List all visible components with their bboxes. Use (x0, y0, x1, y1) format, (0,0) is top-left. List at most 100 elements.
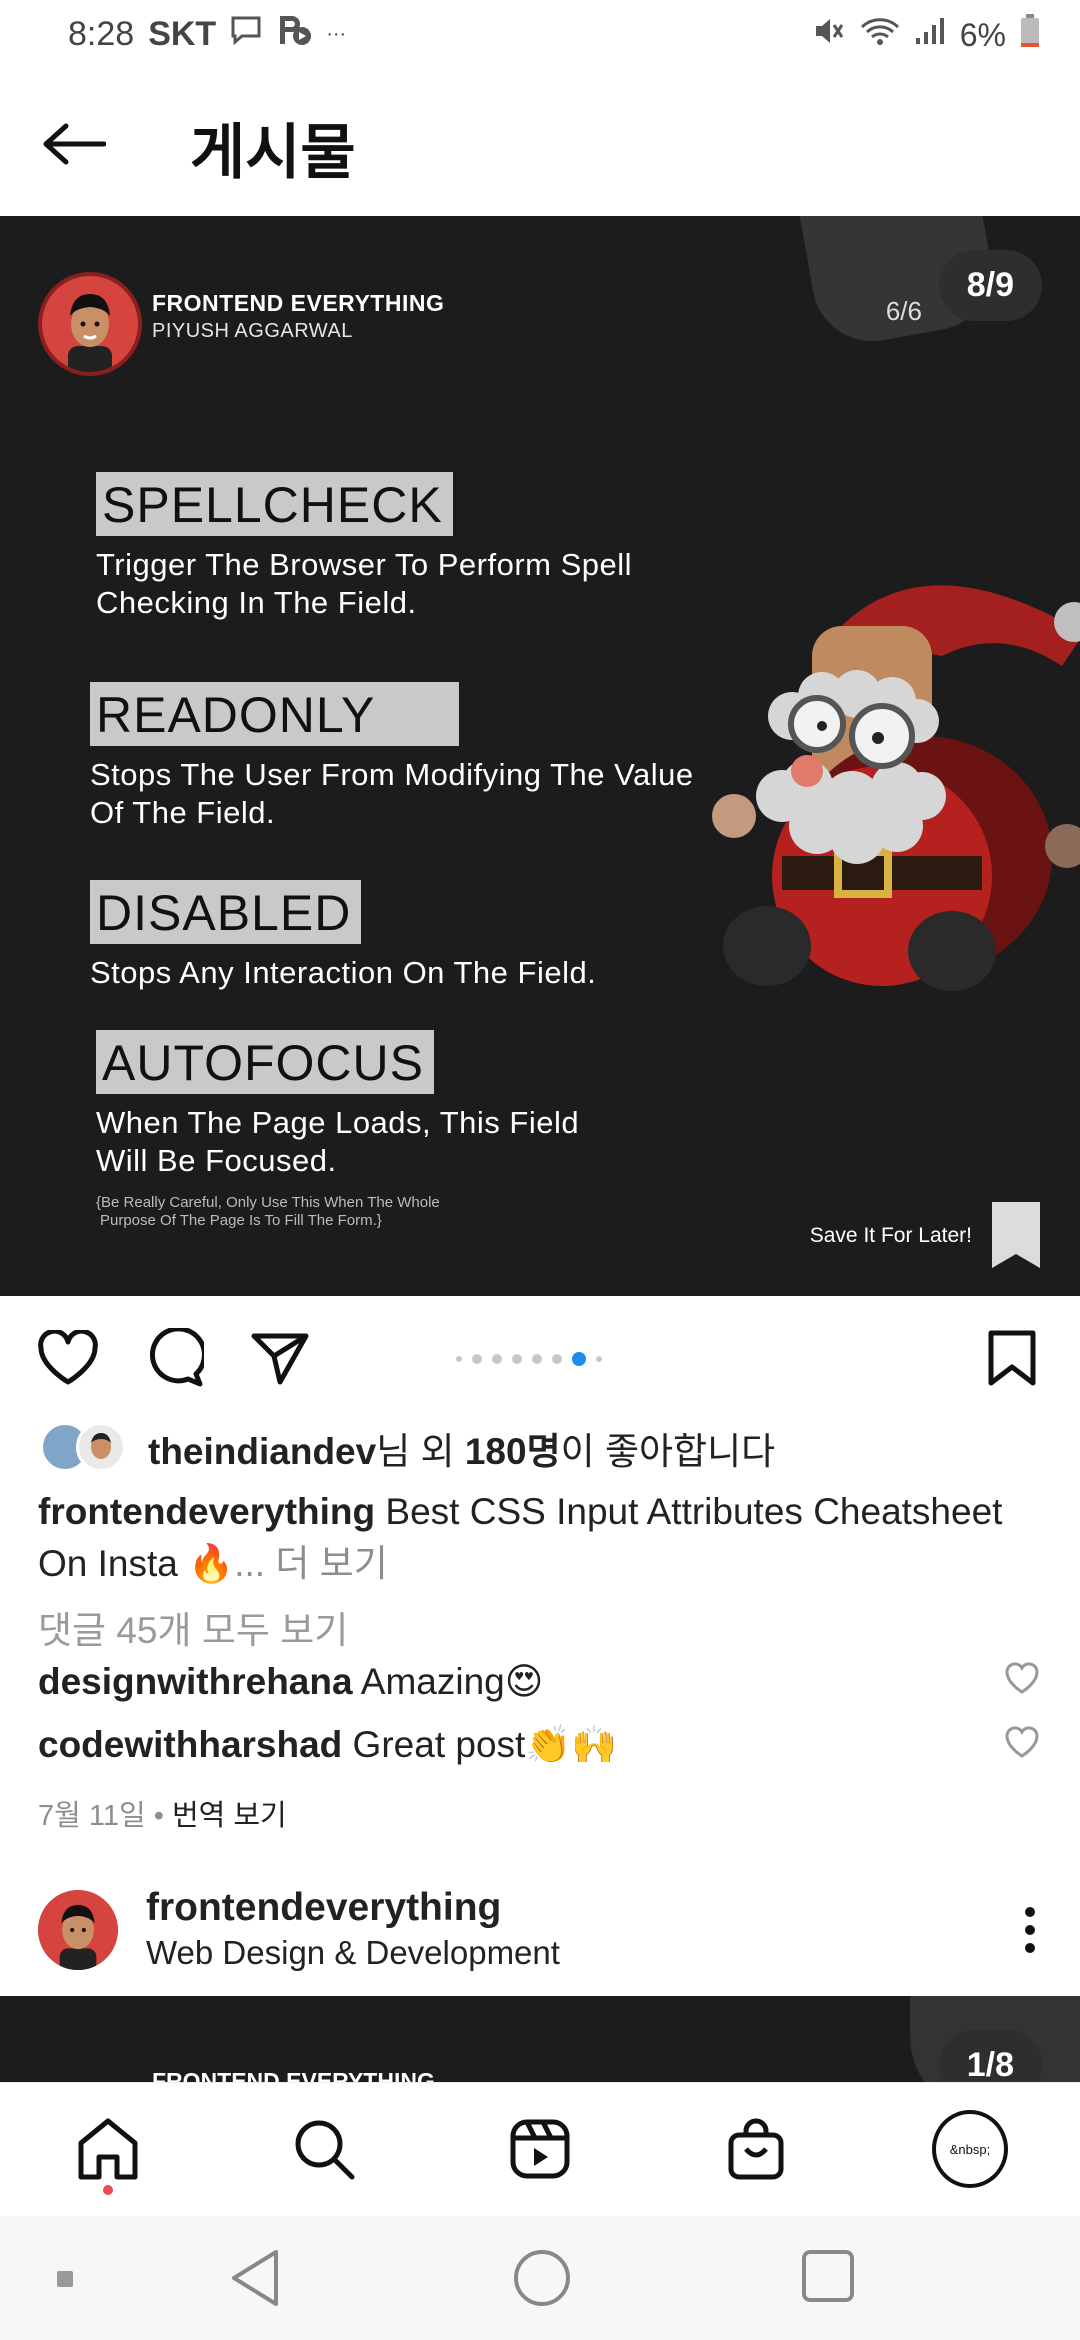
next-post-username[interactable]: frontendeverything (146, 1886, 501, 1930)
santa-illustration (712, 585, 1080, 991)
attribute-disabled: DISABLED Stops Any Interaction On The Fi… (90, 880, 596, 992)
comment-item: codewithharshad Great post👏🙌 (38, 1724, 617, 1767)
attribute-readonly: READONLY Stops The User From Modifying T… (90, 682, 694, 832)
back-triangle-icon[interactable] (228, 2248, 282, 2308)
profile-avatar-text: &nbsp; (949, 2141, 991, 2157)
home-circle-icon[interactable] (512, 2248, 572, 2308)
status-bar: 8:28 SKT ··· 6% (0, 0, 1080, 70)
fire-emoji: 🔥 (188, 1543, 235, 1584)
liker-avatars (40, 1420, 140, 1476)
attribute-desc-line: Of The Field. (90, 795, 276, 830)
nav-shop[interactable] (718, 2111, 794, 2187)
liker-avatar (76, 1422, 126, 1472)
likes-text-suffix: 이 좋아합니다 (560, 1431, 776, 1472)
search-icon (295, 2120, 355, 2180)
footnote: {Be Really Careful, Only Use This When T… (96, 1194, 516, 1230)
view-all-comments-link[interactable]: 댓글 45개 모두 보기 (38, 1600, 348, 1654)
send-icon (251, 1333, 309, 1385)
comment-like-icon[interactable] (1004, 1724, 1040, 1760)
mute-icon (812, 15, 846, 55)
more-link[interactable]: ... 더 보기 (234, 1543, 388, 1584)
wifi-icon (860, 15, 900, 55)
heart-icon (38, 1330, 98, 1385)
footnote-line: Purpose Of The Page Is To Fill The Form.… (100, 1212, 382, 1229)
attribute-autofocus: AUTOFOCUS When The Page Loads, This Fiel… (96, 1030, 579, 1180)
square-small-icon[interactable] (56, 2270, 74, 2288)
nav-reels[interactable] (502, 2111, 578, 2187)
bottom-navigation: &nbsp; (0, 2082, 1080, 2216)
status-carrier: SKT (148, 15, 217, 53)
caption-username[interactable]: frontendeverything (38, 1491, 375, 1532)
attribute-spellcheck: SPELLCHECK Trigger The Browser To Perfor… (96, 472, 632, 622)
carousel-dot (512, 1354, 522, 1364)
status-time: 8:28 (68, 15, 135, 53)
likes-count[interactable]: 180명 (465, 1431, 561, 1472)
attribute-desc-line: Will Be Focused. (96, 1143, 337, 1178)
more-vertical-icon (1025, 1907, 1035, 1953)
author-brand: FRONTEND EVERYTHING (152, 290, 445, 316)
like-button[interactable] (36, 1326, 100, 1390)
likes-summary[interactable]: theindiandev님 외 180명이 좋아합니다 (40, 1420, 775, 1476)
home-icon (78, 2118, 138, 2180)
carousel-dot (596, 1356, 602, 1362)
liker-username[interactable]: theindiandev (148, 1431, 376, 1472)
carousel-dot (472, 1354, 482, 1364)
footnote-line: {Be Really Careful, Only Use This When T… (96, 1194, 440, 1211)
author-name: PIYUSH AGGARWAL (152, 320, 353, 342)
parking-icon (276, 14, 312, 55)
attribute-desc-line: Stops Any Interaction On The Field. (90, 955, 597, 990)
attribute-title: READONLY (90, 682, 460, 746)
more-options-button[interactable] (1010, 1900, 1050, 1960)
comment-like-icon[interactable] (1004, 1660, 1040, 1696)
status-right: 6% (812, 14, 1040, 56)
author-avatar (38, 272, 142, 376)
bookmark-graphic-icon (992, 1202, 1040, 1268)
page-title: 게시물 (190, 119, 356, 186)
system-navigation-bar (0, 2216, 1080, 2340)
next-post-brand: FRONTEND EVERYTHING (152, 2068, 435, 2082)
meta-separator: • (145, 1800, 172, 1832)
carousel-dot (552, 1354, 562, 1364)
likes-text: theindiandev님 외 180명이 좋아합니다 (148, 1421, 775, 1475)
attribute-desc-line: When The Page Loads, This Field (96, 1105, 580, 1140)
next-post-subtitle: Web Design & Development (146, 1934, 560, 1971)
comment-username[interactable]: codewithharshad (38, 1724, 342, 1765)
attribute-title: SPELLCHECK (96, 472, 453, 536)
nav-search[interactable] (286, 2111, 362, 2187)
attribute-desc-line: Stops The User From Modifying The Value (90, 757, 694, 792)
carousel-dot-active (572, 1352, 586, 1366)
save-later-text: Save It For Later! (809, 1224, 972, 1247)
slide-counter: 8/9 (938, 250, 1042, 321)
back-button[interactable] (36, 106, 112, 182)
shopping-bag-icon (728, 2118, 784, 2180)
comment-text: Great post👏🙌 (342, 1724, 618, 1765)
nav-home[interactable] (70, 2111, 146, 2187)
signal-icon (914, 16, 946, 54)
likes-text-mid: 님 외 (376, 1431, 465, 1472)
nav-profile[interactable]: &nbsp; (932, 2110, 1008, 2188)
comment-text: Amazing😍 (352, 1661, 544, 1702)
next-post-avatar[interactable] (38, 1890, 118, 1970)
reels-icon (510, 2119, 570, 2179)
post-carousel-image[interactable]: 8/9 6/6 FRONTEND EVERYTHING PIYUSH AGGAR… (0, 216, 1080, 1296)
attribute-title: AUTOFOCUS (96, 1030, 434, 1094)
recents-square-icon[interactable] (800, 2248, 856, 2304)
inner-slide-counter: 6/6 (885, 296, 922, 326)
attribute-title: DISABLED (90, 880, 362, 944)
status-battery-text: 6% (959, 16, 1006, 53)
next-post-image[interactable]: 1/8 FRONTEND EVERYTHING (0, 1996, 1080, 2082)
attribute-description: Stops The User From Modifying The Value … (90, 756, 694, 832)
translate-link[interactable]: 번역 보기 (172, 1800, 287, 1832)
post-date: 7월 11일 (38, 1800, 146, 1832)
attribute-description: When The Page Loads, This Field Will Be … (96, 1104, 579, 1180)
save-button[interactable] (980, 1326, 1044, 1390)
comment-button[interactable] (142, 1326, 206, 1390)
share-button[interactable] (248, 1326, 312, 1390)
post-actions (0, 1296, 1080, 1416)
chat-icon (230, 15, 262, 54)
carousel-dot (456, 1356, 462, 1362)
comment-username[interactable]: designwithrehana (38, 1661, 353, 1702)
comment-item: designwithrehana Amazing😍 (38, 1660, 543, 1703)
carousel-indicator (456, 1352, 602, 1366)
next-post-slide-counter: 1/8 (938, 2030, 1042, 2082)
